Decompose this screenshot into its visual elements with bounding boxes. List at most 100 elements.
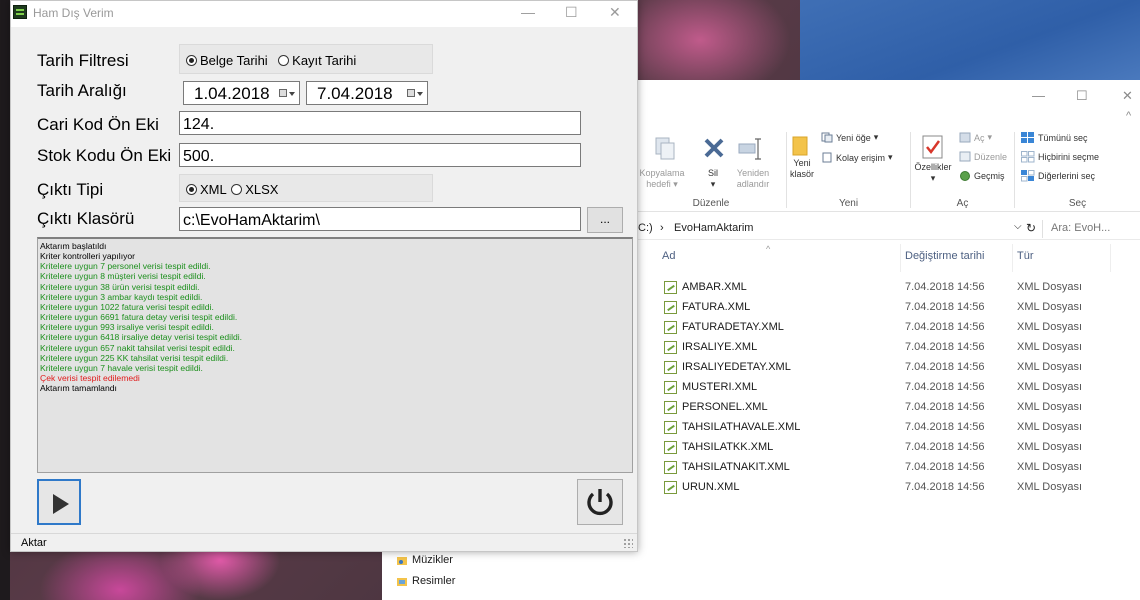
- file-row[interactable]: AMBAR.XML 7.04.2018 14:56 XML Dosyası: [636, 278, 1140, 298]
- music-folder-icon: [397, 557, 407, 565]
- radio-belge-tarihi[interactable]: Belge Tarihi: [186, 52, 272, 69]
- file-row[interactable]: TAHSILATHAVALE.XML 7.04.2018 14:56 XML Dos…: [636, 418, 1140, 438]
- dialog-maximize-button[interactable]: ☐: [565, 4, 578, 21]
- date-to-picker[interactable]: 7.04.2018: [306, 81, 428, 105]
- invert-selection-button[interactable]: Diğerlerini seç: [1021, 170, 1095, 182]
- file-type: XML Dosyası: [1017, 481, 1083, 493]
- log-line: Kritelere uygun 993 irsaliye verisi tesp…: [40, 322, 214, 333]
- log-line: Aktarım başlatıldı: [40, 241, 107, 251]
- xml-file-icon: [664, 481, 677, 494]
- address-bar[interactable]: C:) › EvoHamAktarim ⌵ ↻ Ara: EvoH...: [636, 218, 1140, 240]
- app-icon: [13, 5, 27, 19]
- copy-path-button[interactable]: Kopyalama hedefi ▾: [638, 168, 686, 190]
- edit-button[interactable]: Düzenle: [959, 151, 1007, 162]
- file-list: AMBAR.XML 7.04.2018 14:56 XML Dosyası FATUR…: [636, 278, 1140, 498]
- log-line: Kritelere uygun 7 personel verisi tespit…: [40, 261, 211, 272]
- file-row[interactable]: TAHSILATKK.XML 7.04.2018 14:56 XML Dosyası: [636, 438, 1140, 458]
- file-row[interactable]: IRSALIYEDETAY.XML 7.04.2018 14:56 XML Dosy…: [636, 358, 1140, 378]
- new-item-button[interactable]: Yeni öğe ▾: [821, 132, 878, 143]
- radio-kayit-tarihi[interactable]: Kayıt Tarihi: [278, 52, 356, 69]
- address-drive[interactable]: C:): [638, 222, 653, 234]
- file-row[interactable]: TAHSILATNAKIT.XML 7.04.2018 14:56 XML Dosy…: [636, 458, 1140, 478]
- nav-item-pictures[interactable]: Resimler: [396, 575, 455, 587]
- explorer-minimize-button[interactable]: —: [1032, 88, 1045, 103]
- file-name: MUSTERI.XML: [682, 381, 758, 393]
- output-folder-input[interactable]: [179, 207, 581, 231]
- log-line: Kritelere uygun 7 havale verisi tespit e…: [40, 362, 203, 373]
- file-row[interactable]: FATURADETAY.XML 7.04.2018 14:56 XML Dosyas…: [636, 318, 1140, 338]
- calendar-dropdown-icon[interactable]: [407, 89, 423, 99]
- rename-button[interactable]: Yeniden adlandır: [730, 168, 776, 190]
- copy-path-icon: [655, 137, 675, 160]
- properties-button[interactable]: Özellikler ▾: [909, 162, 957, 184]
- new-folder-button[interactable]: Yeni klasör: [785, 158, 819, 180]
- radio-selected-icon: [186, 184, 197, 196]
- file-row[interactable]: MUSTERI.XML 7.04.2018 14:56 XML Dosyası: [636, 378, 1140, 398]
- stok-prefix-input[interactable]: [179, 143, 581, 167]
- file-type: XML Dosyası: [1017, 281, 1083, 293]
- radio-xlsx[interactable]: XLSX: [231, 181, 278, 198]
- date-filter-label: Tarih Filtresi: [37, 51, 129, 70]
- dialog-titlebar[interactable]: Ham Dış Verim — ☐ ✕: [11, 1, 637, 27]
- date-to-value: 7.04.2018: [317, 84, 393, 103]
- nav-item-music[interactable]: Müzikler: [396, 554, 453, 566]
- radio-label: Kayıt Tarihi: [292, 53, 357, 69]
- history-icon: [960, 171, 970, 181]
- delete-icon: [704, 138, 724, 158]
- file-name: TAHSILATHAVALE.XML: [682, 421, 801, 433]
- file-date: 7.04.2018 14:56: [905, 321, 985, 333]
- file-explorer-window: — ☐ ✕ ^ Kopyalama hedefi ▾ Sil ▾ Yeniden…: [636, 80, 1140, 600]
- column-name-header[interactable]: Ad: [662, 250, 675, 274]
- file-name: IRSALIYEDETAY.XML: [682, 361, 791, 373]
- column-date-header[interactable]: Değiştirme tarihi: [905, 250, 984, 274]
- radio-xml[interactable]: XML: [186, 181, 231, 198]
- explorer-close-button[interactable]: ✕: [1122, 88, 1133, 104]
- start-export-button[interactable]: [37, 479, 81, 525]
- navigation-pane: Müzikler Resimler: [382, 548, 636, 600]
- ribbon-group-new: Yeni klasör Yeni öğe ▾ Kolay erişim ▾ Yen…: [787, 128, 910, 212]
- xml-file-icon: [664, 401, 677, 414]
- history-button[interactable]: Geçmiş: [959, 170, 1005, 181]
- refresh-icon[interactable]: ↻: [1026, 221, 1036, 235]
- date-filter-group: Belge Tarihi Kayıt Tarihi: [179, 44, 433, 74]
- select-none-button[interactable]: Hiçbirini seçme: [1021, 151, 1099, 163]
- file-type: XML Dosyası: [1017, 381, 1083, 393]
- file-type: XML Dosyası: [1017, 321, 1083, 333]
- explorer-maximize-button[interactable]: ☐: [1076, 88, 1088, 104]
- dialog-close-button[interactable]: ✕: [609, 4, 621, 21]
- file-date: 7.04.2018 14:56: [905, 361, 985, 373]
- file-row[interactable]: FATURA.XML 7.04.2018 14:56 XML Dosyası: [636, 298, 1140, 318]
- radio-selected-icon: [186, 55, 197, 67]
- open-button[interactable]: Aç ▾: [959, 132, 992, 143]
- select-all-button[interactable]: Tümünü seç: [1021, 132, 1088, 144]
- column-type-header[interactable]: Tür: [1017, 250, 1034, 274]
- file-row[interactable]: PERSONEL.XML 7.04.2018 14:56 XML Dosyası: [636, 398, 1140, 418]
- file-date: 7.04.2018 14:56: [905, 481, 985, 493]
- cari-prefix-label: Cari Kod Ön Eki: [37, 115, 159, 134]
- calendar-dropdown-icon[interactable]: [279, 89, 295, 99]
- cari-prefix-input[interactable]: [179, 111, 581, 135]
- log-output[interactable]: Aktarım başlatıldı Kriter kontrolleri yap…: [37, 237, 633, 473]
- file-name: URUN.XML: [682, 481, 740, 493]
- browse-folder-button[interactable]: ...: [587, 207, 623, 233]
- ribbon-collapse-icon[interactable]: ^: [1126, 110, 1131, 122]
- log-line: Kritelere uygun 6418 irsaliye detay veri…: [40, 332, 243, 343]
- ribbon-group-select: Tümünü seç Hiçbirini seçme Diğerlerini s…: [1015, 128, 1140, 212]
- file-row[interactable]: URUN.XML 7.04.2018 14:56 XML Dosyası: [636, 478, 1140, 498]
- file-name: TAHSILATKK.XML: [682, 441, 774, 453]
- address-folder[interactable]: EvoHamAktarim: [674, 222, 753, 234]
- log-line: Kriter kontrolleri yapılıyor: [40, 251, 136, 262]
- file-row[interactable]: IRSALIYE.XML 7.04.2018 14:56 XML Dosyası: [636, 338, 1140, 358]
- search-input[interactable]: Ara: EvoH...: [1042, 220, 1140, 238]
- delete-button[interactable]: Sil ▾: [698, 168, 728, 190]
- easy-access-button[interactable]: Kolay erişim ▾: [821, 152, 893, 163]
- address-dropdown-icon[interactable]: ⌵: [1014, 221, 1022, 232]
- file-type: XML Dosyası: [1017, 461, 1083, 473]
- xml-file-icon: [664, 421, 677, 434]
- resize-grip-icon[interactable]: [623, 538, 633, 548]
- wallpaper-edge: [0, 0, 10, 600]
- exit-button[interactable]: [577, 479, 623, 525]
- date-from-picker[interactable]: 1.04.2018: [183, 81, 300, 105]
- dialog-minimize-button[interactable]: —: [521, 4, 535, 20]
- xml-file-icon: [664, 361, 677, 374]
